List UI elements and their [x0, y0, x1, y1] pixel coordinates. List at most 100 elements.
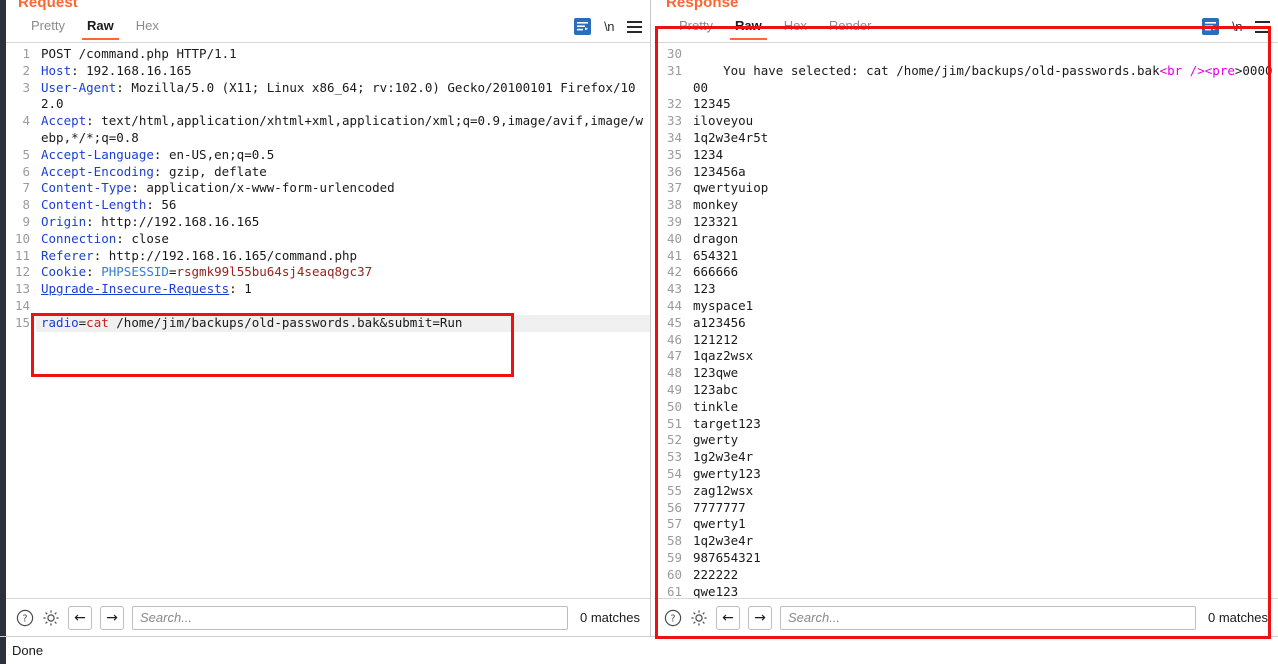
code-span: 123 [693, 281, 716, 297]
code-line-text[interactable]: Referer: http://192.168.16.165/command.p… [36, 248, 650, 265]
code-span: 666666 [693, 264, 739, 280]
code-span: PHPSESSID [101, 264, 169, 280]
gear-icon[interactable] [42, 609, 60, 627]
code-span: 222222 [693, 566, 739, 582]
code-line-text[interactable]: zag12wsx [688, 483, 1278, 500]
word-wrap-icon[interactable] [1202, 18, 1220, 35]
code-line-text[interactable]: 123321 [688, 214, 1278, 231]
code-line-text[interactable]: qwerty1 [688, 516, 1278, 533]
newline-toggle-icon[interactable]: \n [1232, 19, 1242, 34]
code-line-text[interactable]: qwertyuiop [688, 180, 1278, 197]
code-line-text[interactable]: myspace1 [688, 298, 1278, 315]
code-line-text[interactable]: Host: 192.168.16.165 [36, 63, 650, 80]
find-prev-button[interactable]: ← [68, 605, 92, 630]
code-line-text[interactable]: Accept-Encoding: gzip, deflate [36, 164, 650, 181]
line-number: 56 [666, 499, 682, 515]
code-span: Cookie [41, 264, 87, 280]
code-line-text[interactable]: Upgrade-Insecure-Requests: 1 [36, 281, 650, 298]
code-line-text[interactable]: 7777777 [688, 500, 1278, 517]
code-line: 4 Accept: text/html,application/xhtml+xml… [6, 113, 650, 147]
code-line-text[interactable]: target123 [688, 416, 1278, 433]
response-tab-hex[interactable]: Hex [773, 16, 818, 40]
help-circle-icon[interactable]: ? [16, 609, 34, 627]
request-tab-pretty[interactable]: Pretty [20, 16, 76, 40]
code-line-text[interactable]: gwerty [688, 432, 1278, 449]
line-number: 59 [666, 549, 682, 565]
code-line-text[interactable]: 222222 [688, 567, 1278, 584]
code-line-text[interactable]: 987654321 [688, 550, 1278, 567]
newline-toggle-icon[interactable]: \n [604, 19, 614, 34]
code-line-text[interactable]: qwe123 [688, 584, 1278, 599]
response-findbar: ? ← → 0 matches [654, 598, 1278, 636]
code-line-text[interactable]: Accept-Language: en-US,en;q=0.5 [36, 147, 650, 164]
hamburger-menu-icon[interactable] [627, 20, 642, 33]
code-line: 1 POST /command.php HTTP/1.1 [6, 46, 650, 63]
code-line-text[interactable]: User-Agent: Mozilla/5.0 (X11; Linux x86_… [36, 80, 650, 114]
line-number: 50 [666, 398, 682, 414]
code-line-text[interactable]: 123456a [688, 164, 1278, 181]
code-line-text[interactable]: 121212 [688, 332, 1278, 349]
code-line-text[interactable]: POST /command.php HTTP/1.1 [36, 46, 650, 63]
code-line-text[interactable]: 123abc [688, 382, 1278, 399]
code-line-text[interactable]: 666666 [688, 264, 1278, 281]
code-line-text[interactable]: Connection: close [36, 231, 650, 248]
code-span: <br /> [1159, 62, 1205, 78]
code-span: Content-Length [41, 197, 147, 213]
response-tab-pretty[interactable]: Pretty [668, 16, 724, 40]
code-line-text[interactable]: Accept: text/html,application/xhtml+xml,… [36, 113, 650, 147]
code-span: Host [41, 62, 72, 78]
code-span: : en-US,en;q=0.5 [153, 146, 275, 162]
code-line-text[interactable]: You have selected: cat /home/jim/backups… [688, 63, 1278, 97]
code-line-text[interactable]: a123456 [688, 315, 1278, 332]
code-line-text[interactable]: 1q2w3e4r [688, 533, 1278, 550]
code-line: 39 123321 [654, 214, 1278, 231]
gear-icon[interactable] [690, 609, 708, 627]
help-circle-icon[interactable]: ? [664, 609, 682, 627]
code-line: 12 Cookie: PHPSESSID=rsgmk99l55bu64sj4sea… [6, 264, 650, 281]
code-line: 35 1234 [654, 147, 1278, 164]
hamburger-menu-icon[interactable] [1255, 20, 1270, 33]
code-line-text[interactable]: Content-Type: application/x-www-form-url… [36, 180, 650, 197]
code-line-text[interactable] [688, 46, 1278, 63]
response-tab-raw[interactable]: Raw [724, 16, 773, 40]
code-line-text[interactable]: 123 [688, 281, 1278, 298]
find-prev-button[interactable]: ← [716, 605, 740, 630]
code-line-text[interactable]: 654321 [688, 248, 1278, 265]
code-line-text[interactable]: gwerty123 [688, 466, 1278, 483]
request-tab-hex[interactable]: Hex [125, 16, 170, 40]
find-next-button[interactable]: → [748, 605, 772, 630]
code-line-text[interactable]: 1q2w3e4r5t [688, 130, 1278, 147]
code-line-text[interactable]: 12345 [688, 96, 1278, 113]
code-line-text[interactable]: dragon [688, 231, 1278, 248]
request-search-input[interactable] [132, 605, 569, 630]
find-next-button[interactable]: → [100, 605, 124, 630]
code-line-text[interactable]: tinkle [688, 399, 1278, 416]
code-span: radio [41, 314, 79, 330]
code-line-text[interactable]: 1g2w3e4r [688, 449, 1278, 466]
panel-divider[interactable] [650, 0, 651, 636]
code-span: a123456 [693, 314, 746, 330]
word-wrap-icon[interactable] [574, 18, 592, 35]
code-line-text[interactable]: 123qwe [688, 365, 1278, 382]
code-line-text[interactable]: iloveyou [688, 113, 1278, 130]
code-span: : 1 [229, 281, 252, 297]
code-span: zag12wsx [693, 482, 754, 498]
code-line-text[interactable]: radio=cat /home/jim/backups/old-password… [36, 314, 650, 332]
response-editor[interactable]: 30 31 You have selected: cat /home/jim/b… [654, 43, 1278, 598]
response-tab-render[interactable]: Render [818, 16, 883, 40]
code-line-text[interactable]: Content-Length: 56 [36, 197, 650, 214]
code-line-text[interactable]: Origin: http://192.168.16.165 [36, 214, 650, 231]
response-search-input[interactable] [780, 605, 1197, 630]
code-line-text[interactable]: 1234 [688, 147, 1278, 164]
line-number: 2 [22, 62, 30, 78]
code-line: 59 987654321 [654, 550, 1278, 567]
request-editor[interactable]: 1 POST /command.php HTTP/1.1 2 Host: 192.16… [6, 43, 650, 598]
code-line-text[interactable]: monkey [688, 197, 1278, 214]
code-line: 40 dragon [654, 231, 1278, 248]
code-line-text[interactable] [36, 298, 650, 315]
code-line-text[interactable]: Cookie: PHPSESSID=rsgmk99l55bu64sj4seaq8… [36, 264, 650, 281]
request-tab-raw[interactable]: Raw [76, 16, 125, 40]
code-line: 45 a123456 [654, 315, 1278, 332]
line-number: 11 [14, 247, 30, 263]
code-line-text[interactable]: 1qaz2wsx [688, 348, 1278, 365]
